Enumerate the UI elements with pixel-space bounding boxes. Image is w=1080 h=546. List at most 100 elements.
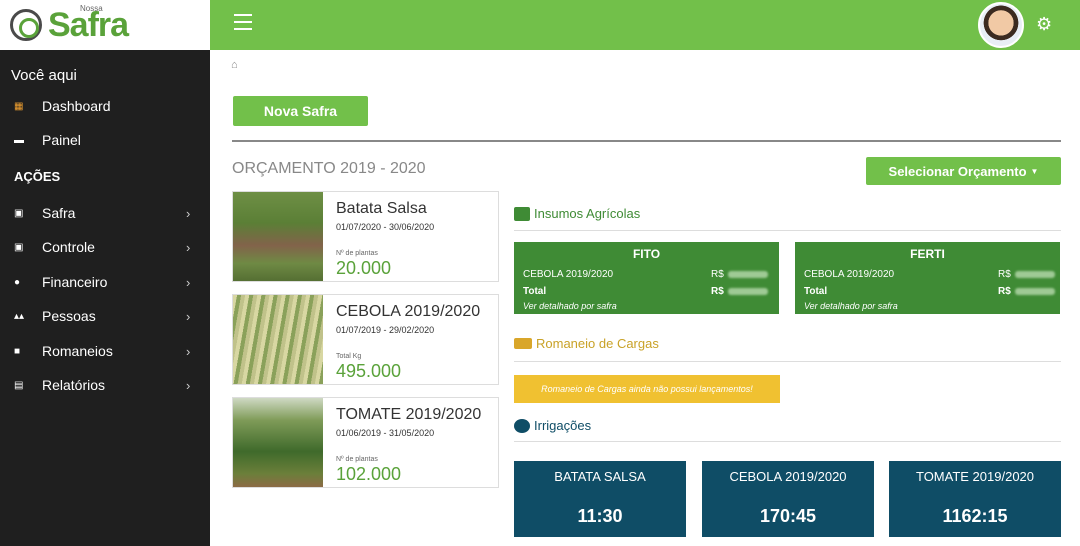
romaneio-heading: Romaneio de Cargas: [514, 336, 659, 351]
sidebar-item-painel[interactable]: ▬ Painel: [0, 127, 210, 153]
hamburger-menu-icon[interactable]: [234, 14, 252, 30]
irrigation-card[interactable]: BATATA SALSA 11:30: [514, 461, 686, 537]
irrigation-card[interactable]: CEBOLA 2019/2020 170:45: [702, 461, 874, 537]
insumos-icon: [514, 206, 530, 221]
romaneio-empty-alert: Romaneio de Cargas ainda não possui lanç…: [514, 375, 780, 403]
insumos-heading: Insumos Agrícolas: [514, 206, 640, 221]
section-divider: [514, 361, 1061, 362]
crop-image: [233, 192, 323, 281]
truck-icon: [514, 338, 532, 349]
avatar[interactable]: [978, 2, 1024, 48]
chevron-right-icon: ›: [186, 205, 191, 221]
controle-icon: ▣: [14, 241, 24, 253]
top-bar: ⚙: [210, 0, 1080, 50]
insumos-title: Insumos Agrícolas: [534, 206, 641, 221]
sidebar-item-relatorios[interactable]: ▤ Relatórios ›: [0, 372, 210, 398]
safra-icon: ▣: [14, 207, 24, 219]
sidebar-item-controle[interactable]: ▣ Controle ›: [0, 234, 210, 260]
sidebar-item-label: Safra: [42, 205, 76, 221]
fito-title: FITO: [632, 247, 661, 261]
irrigation-time: 170:45: [759, 506, 817, 526]
truck-icon: ■: [14, 345, 21, 357]
ferti-row-value: R$: [998, 269, 1055, 280]
divider: [232, 140, 1061, 142]
dashboard-icon: ▦: [14, 100, 24, 112]
crop-dates: 01/07/2020 - 30/06/2020: [336, 222, 435, 232]
sidebar-item-label: Dashboard: [42, 98, 111, 114]
water-icon: [514, 418, 530, 433]
select-orcamento-label: Selecionar Orçamento: [888, 163, 1027, 179]
crop-card[interactable]: TOMATE 2019/2020 01/06/2019 - 31/05/2020…: [232, 397, 499, 488]
sidebar-item-label: Controle: [42, 239, 95, 255]
sidebar-item-label: Romaneios: [42, 343, 113, 359]
irrigation-crop-name: BATATA SALSA: [554, 469, 646, 484]
sidebar-section-acoes: AÇÕES: [14, 169, 61, 184]
irrigation-crop-name: TOMATE 2019/2020: [915, 469, 1035, 484]
ferti-box[interactable]: FERTI CEBOLA 2019/2020 R$ Total R$ Ver d…: [795, 242, 1060, 314]
sidebar-item-label: Pessoas: [42, 308, 96, 324]
sidebar-heading: Você aqui: [11, 67, 77, 84]
crop-name: Batata Salsa: [336, 200, 427, 217]
crop-metric-value: 495.000: [336, 361, 402, 381]
crop-metric-label: Total Kg: [336, 353, 362, 360]
fito-detail-link[interactable]: Ver detalhado por safra: [523, 301, 617, 311]
crop-dates: 01/07/2019 - 29/02/2020: [336, 325, 435, 335]
chevron-right-icon: ›: [186, 308, 191, 324]
home-icon[interactable]: ⌂: [231, 59, 238, 71]
panel-icon: ▬: [14, 134, 24, 146]
crop-card[interactable]: Batata Salsa 01/07/2020 - 30/06/2020 Nº …: [232, 191, 499, 282]
sidebar-item-safra[interactable]: ▣ Safra ›: [0, 200, 210, 226]
irrigation-time: 1162:15: [942, 506, 1008, 526]
nova-safra-button[interactable]: Nova Safra: [233, 96, 368, 126]
sidebar-item-label: Painel: [42, 132, 81, 148]
crop-name: TOMATE 2019/2020: [336, 406, 482, 423]
sidebar-item-romaneios[interactable]: ■ Romaneios ›: [0, 338, 210, 364]
logo-mark-icon: [10, 9, 42, 41]
sidebar-item-label: Relatórios: [42, 377, 106, 393]
orcamento-title: ORÇAMENTO 2019 - 2020: [232, 160, 426, 177]
pessoas-icon: ▴▴: [14, 310, 25, 322]
ferti-title: FERTI: [910, 247, 945, 261]
logo[interactable]: Nossa Safra: [0, 0, 210, 50]
crop-card[interactable]: CEBOLA 2019/2020 01/07/2019 - 29/02/2020…: [232, 294, 499, 385]
crop-metric-value: 102.000: [336, 464, 402, 484]
chevron-right-icon: ›: [186, 239, 191, 255]
crop-image: [233, 295, 323, 384]
irrigation-card[interactable]: TOMATE 2019/2020 1162:15: [889, 461, 1061, 537]
fito-box[interactable]: FITO CEBOLA 2019/2020 R$ Total R$ Ver de…: [514, 242, 779, 314]
financeiro-icon: ●: [14, 276, 21, 288]
crop-dates: 01/06/2019 - 31/05/2020: [336, 428, 435, 438]
sidebar: Você aqui ▦ Dashboard ▬ Painel AÇÕES ▣ S…: [0, 50, 210, 546]
section-divider: [514, 230, 1061, 231]
romaneio-title: Romaneio de Cargas: [536, 336, 659, 351]
irrigation-time: 11:30: [577, 506, 623, 526]
ferti-total-label: Total: [804, 286, 828, 297]
sidebar-item-pessoas[interactable]: ▴▴ Pessoas ›: [0, 303, 210, 329]
sidebar-item-financeiro[interactable]: ● Financeiro ›: [0, 269, 210, 295]
crop-metric-value: 20.000: [336, 258, 392, 278]
crop-metric-label: Nº de plantas: [336, 250, 378, 257]
caret-down-icon: ▼: [1030, 166, 1039, 176]
crop-image: [233, 398, 323, 487]
ferti-detail-link[interactable]: Ver detalhado por safra: [804, 301, 898, 311]
sidebar-item-dashboard[interactable]: ▦ Dashboard: [0, 93, 210, 119]
select-orcamento-button[interactable]: Selecionar Orçamento ▼: [866, 157, 1061, 185]
chevron-right-icon: ›: [186, 343, 191, 359]
fito-total-value: R$: [711, 286, 768, 297]
sidebar-item-label: Financeiro: [42, 274, 108, 290]
relatorios-icon: ▤: [14, 379, 24, 391]
logo-small-text: Nossa: [80, 4, 103, 13]
gear-icon[interactable]: ⚙: [1036, 14, 1052, 34]
fito-row-value: R$: [711, 269, 768, 280]
crop-metric-label: Nº de plantas: [336, 456, 378, 463]
chevron-right-icon: ›: [186, 274, 191, 290]
irrigation-crop-name: CEBOLA 2019/2020: [729, 469, 847, 484]
ferti-total-value: R$: [998, 286, 1055, 297]
section-divider: [514, 441, 1061, 442]
ferti-row-label: CEBOLA 2019/2020: [804, 269, 895, 280]
crop-name: CEBOLA 2019/2020: [336, 303, 481, 320]
chevron-right-icon: ›: [186, 377, 191, 393]
fito-total-label: Total: [523, 286, 547, 297]
irrigacoes-heading: Irrigações: [514, 418, 591, 433]
fito-row-label: CEBOLA 2019/2020: [523, 269, 614, 280]
